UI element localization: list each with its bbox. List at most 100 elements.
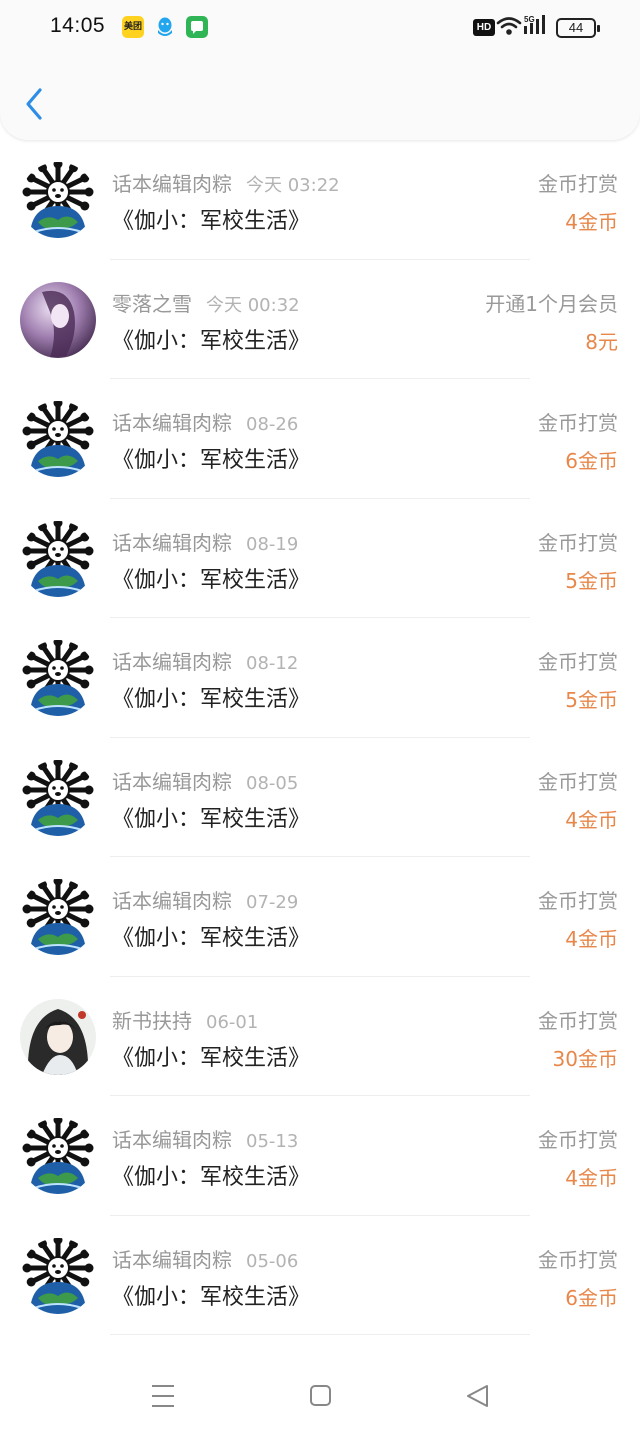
- reward-record-row[interactable]: 话本编辑肉粽 08-05 《伽小：军校生活》 金币打赏 4金币: [0, 738, 640, 858]
- reward-amount: 4金币: [565, 807, 618, 832]
- book-title: 《伽小：军校生活》: [112, 806, 311, 832]
- user-avatar[interactable]: [20, 879, 96, 955]
- reward-amount: 30金币: [552, 1046, 618, 1071]
- menu-icon: [152, 1385, 174, 1407]
- book-title: 《伽小：军校生活》: [112, 687, 311, 712]
- meituan-icon-label: 美团: [123, 22, 142, 32]
- record-time: 06-01: [206, 1011, 259, 1033]
- book-title: 《伽小：军校生活》: [112, 1045, 311, 1071]
- record-time: 08-12: [246, 653, 299, 674]
- reward-amount: 6金币: [565, 1285, 618, 1310]
- chat-notification-icon: [186, 16, 208, 38]
- sender-name: 零落之雪: [112, 291, 192, 316]
- user-avatar[interactable]: [20, 401, 96, 477]
- back-button[interactable]: [20, 84, 50, 124]
- reward-type: 金币打赏: [538, 1008, 618, 1033]
- reward-record-row[interactable]: 话本编辑肉粽 08-19 《伽小：军校生活》 金币打赏 5金币: [0, 499, 640, 619]
- user-avatar[interactable]: [20, 520, 96, 597]
- reward-amount: 8元: [585, 329, 618, 354]
- sender-name-line: 话本编辑肉粽 今天 03:22: [112, 168, 340, 197]
- chevron-left-icon: [26, 88, 42, 120]
- reward-type: 金币打赏: [538, 530, 618, 555]
- sender-name: 话本编辑肉粽: [112, 530, 232, 555]
- record-time: 05-06: [246, 1250, 299, 1272]
- user-avatar[interactable]: [20, 998, 96, 1075]
- hd-voice-icon: HD: [473, 19, 495, 36]
- sender-name: 新书扶持: [112, 1008, 192, 1033]
- svg-text:5G: 5G: [524, 15, 535, 24]
- sender-name-line: 话本编辑肉粽 05-06: [112, 1244, 298, 1273]
- home-nav-button[interactable]: [300, 1380, 340, 1412]
- sender-name-line: 话本编辑肉粽 08-12: [112, 646, 298, 675]
- reward-type: 金币打赏: [538, 172, 618, 196]
- battery-indicator: 44: [556, 18, 600, 38]
- sender-name: 话本编辑肉粽: [112, 172, 232, 196]
- book-title: 《伽小：军校生活》: [112, 926, 311, 951]
- reward-record-row[interactable]: 话本编辑肉粽 07-29 《伽小：军校生活》 金币打赏 4金币: [0, 857, 640, 977]
- record-time: 今天 00:32: [206, 294, 300, 316]
- reward-record-row[interactable]: 新书扶持 06-01 《伽小：军校生活》 金币打赏 30金币: [0, 977, 640, 1097]
- reward-record-row[interactable]: 话本编辑肉粽 08-12 《伽小：军校生活》 金币打赏 5金币: [0, 618, 640, 738]
- reward-record-row[interactable]: 零落之雪 今天 00:32 《伽小：军校生活》 开通1个月会员 8元: [0, 260, 640, 380]
- book-title: 《伽小：军校生活》: [112, 328, 311, 354]
- sender-name-line: 话本编辑肉粽 05-13: [112, 1124, 298, 1153]
- user-avatar[interactable]: [20, 281, 96, 358]
- sender-name-line: 话本编辑肉粽 08-19: [112, 527, 298, 556]
- reward-amount: 5金币: [565, 688, 618, 712]
- reward-type: 金币打赏: [538, 650, 618, 674]
- reward-record-row[interactable]: 话本编辑肉粽 今天 03:22 《伽小：军校生活》 金币打赏 4金币: [0, 140, 640, 260]
- sender-name: 话本编辑肉粽: [112, 1247, 232, 1272]
- wifi-icon: [496, 17, 522, 35]
- book-title: 《伽小：军校生活》: [112, 448, 311, 473]
- sender-name: 话本编辑肉粽: [112, 1128, 232, 1152]
- sender-name-line: 零落之雪 今天 00:32: [112, 288, 300, 317]
- record-time: 08-05: [246, 772, 299, 794]
- meituan-notification-icon: 美团: [122, 16, 144, 38]
- record-time: 今天 03:22: [246, 175, 340, 196]
- status-time: 14:05: [50, 14, 106, 37]
- reward-amount: 4金币: [565, 927, 618, 951]
- reward-record-row[interactable]: 话本编辑肉粽 08-26 《伽小：军校生活》 金币打赏 6金币: [0, 379, 640, 499]
- reward-amount: 6金币: [565, 449, 618, 473]
- menu-nav-button[interactable]: [143, 1380, 183, 1412]
- reward-type: 金币打赏: [538, 889, 618, 913]
- home-square-icon: [310, 1385, 331, 1406]
- sender-name-line: 话本编辑肉粽 08-05: [112, 766, 298, 795]
- back-nav-button[interactable]: [458, 1380, 498, 1412]
- cellular-signal-icon: 5G: [524, 15, 545, 34]
- reward-record-list: 话本编辑肉粽 今天 03:22 《伽小：军校生活》 金币打赏 4金币 零落之雪 今天 00:…: [0, 140, 640, 1335]
- user-avatar[interactable]: [20, 759, 96, 836]
- record-time: 08-19: [246, 533, 299, 555]
- user-avatar[interactable]: [20, 1118, 96, 1194]
- sender-name-line: 话本编辑肉粽 08-26: [112, 407, 298, 436]
- user-avatar[interactable]: [20, 162, 96, 238]
- record-time: 08-26: [246, 414, 299, 435]
- sender-name-line: 新书扶持 06-01: [112, 1005, 258, 1034]
- back-triangle-icon: [467, 1385, 488, 1407]
- reward-amount: 5金币: [565, 568, 618, 593]
- book-title: 《伽小：军校生活》: [112, 567, 311, 593]
- system-navigation-bar: [0, 1360, 640, 1433]
- record-time: 05-13: [246, 1131, 299, 1152]
- sender-name: 话本编辑肉粽: [112, 650, 232, 674]
- status-bar: 14:05 美团 HD 5G 44: [0, 0, 640, 56]
- reward-record-row[interactable]: 话本编辑肉粽 05-13 《伽小：军校生活》 金币打赏 4金币: [0, 1096, 640, 1216]
- reward-amount: 4金币: [565, 1166, 618, 1190]
- sender-name: 话本编辑肉粽: [112, 769, 232, 794]
- sender-name: 话本编辑肉粽: [112, 889, 232, 913]
- reward-type: 金币打赏: [538, 1247, 618, 1272]
- book-title: 《伽小：军校生活》: [112, 209, 311, 234]
- book-title: 《伽小：军校生活》: [112, 1165, 311, 1190]
- reward-type: 金币打赏: [538, 1128, 618, 1152]
- book-title: 《伽小：军校生活》: [112, 1284, 311, 1310]
- record-time: 07-29: [246, 892, 299, 913]
- reward-type: 金币打赏: [538, 769, 618, 794]
- user-avatar[interactable]: [20, 1237, 96, 1314]
- reward-type: 金币打赏: [538, 411, 618, 435]
- qq-notification-icon: [154, 16, 176, 38]
- reward-record-row[interactable]: 话本编辑肉粽 05-06 《伽小：军校生活》 金币打赏 6金币: [0, 1216, 640, 1336]
- sender-name: 话本编辑肉粽: [112, 411, 232, 435]
- reward-type: 开通1个月会员: [485, 291, 618, 316]
- user-avatar[interactable]: [20, 640, 96, 716]
- reward-amount: 4金币: [565, 210, 618, 234]
